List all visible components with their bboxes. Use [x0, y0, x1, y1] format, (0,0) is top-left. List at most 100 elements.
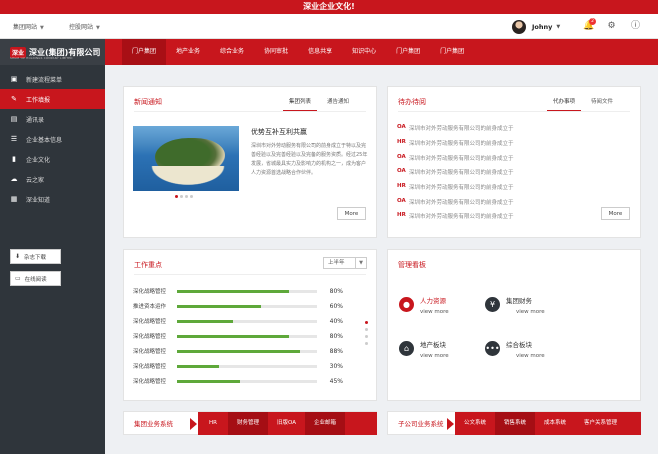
- progress-track: [177, 319, 317, 323]
- home-icon: ⌂: [399, 341, 414, 356]
- nav-item-general[interactable]: 综合业务: [210, 39, 254, 65]
- magazine-download-button[interactable]: ⬇ 杂志下载: [10, 249, 61, 264]
- edit-icon: ✎: [11, 95, 17, 103]
- carousel-dot[interactable]: [180, 195, 183, 198]
- pager-dot[interactable]: [365, 342, 368, 345]
- sub-systems-bar: 子公司业务系统 公文系统 销售系统 成本系统 客户关系管理: [387, 411, 641, 435]
- news-image[interactable]: [133, 126, 239, 191]
- progress-track: [177, 289, 317, 293]
- info-icon[interactable]: ⓘ: [630, 21, 641, 32]
- carousel-dot[interactable]: [190, 195, 193, 198]
- list-item[interactable]: OA 深圳市对外劳动服务有限公司的前身成立于: [397, 154, 514, 162]
- online-read-button[interactable]: ▭ 在线阅读: [10, 271, 61, 286]
- nav-item-realestate[interactable]: 地产业务: [166, 39, 210, 65]
- work-title: 工作重点: [134, 261, 162, 269]
- todo-more-button[interactable]: More: [601, 207, 630, 220]
- tab-group-list[interactable]: 集团列表: [283, 97, 318, 111]
- carousel-dot[interactable]: [185, 195, 188, 198]
- view-more-link[interactable]: view more: [516, 309, 545, 315]
- progress-track: [177, 304, 317, 308]
- tab-pending-docs[interactable]: 待阅文件: [585, 97, 619, 111]
- system-tab-crm[interactable]: 客户关系管理: [575, 412, 626, 435]
- bell-icon[interactable]: 🔔 2: [583, 18, 596, 32]
- pager-dot[interactable]: [365, 321, 368, 324]
- sidebar-item-label: 通讯录: [26, 116, 45, 124]
- progress-fill: [177, 319, 233, 323]
- view-more-link[interactable]: view more: [516, 353, 545, 359]
- progress-row: 深化战略管控 80%: [133, 286, 343, 296]
- holding-site-select[interactable]: 控股网站 ▼: [69, 22, 100, 31]
- chevron-down-icon: ▼: [96, 25, 100, 31]
- more-icon: •••: [485, 341, 500, 356]
- system-tab-docs[interactable]: 公文系统: [455, 412, 495, 435]
- system-tab-finance[interactable]: 财务管理: [227, 412, 268, 435]
- progress-fill: [177, 364, 219, 368]
- sidebar-item-cloud[interactable]: ☁ 云之家: [0, 169, 105, 189]
- board-title: 管理看板: [398, 261, 426, 269]
- view-more-link[interactable]: view more: [420, 309, 449, 315]
- pager-dots: [365, 321, 368, 349]
- todo-tag: HR: [397, 212, 406, 218]
- period-select[interactable]: 上半年 ▼: [323, 257, 367, 269]
- list-item[interactable]: HR 深圳市对外劳动服务有限公司的前身成立于: [397, 183, 514, 191]
- user-icon: ●: [399, 297, 414, 312]
- todo-text: 深圳市对外劳动服务有限公司的前身成立于: [409, 126, 514, 132]
- sidebar: 深业 深业(集团)有限公司 SHUM YIP HOLDINGS COMPANY …: [0, 39, 105, 454]
- news-headline[interactable]: 优势互补互利共赢: [251, 127, 307, 137]
- user-menu[interactable]: Johny ▼: [512, 19, 560, 35]
- system-tab-sales[interactable]: 销售系统: [495, 412, 536, 435]
- nav-item-portal[interactable]: 门户集团: [122, 39, 167, 65]
- sidebar-item-work-report[interactable]: ✎ 工作填报: [0, 89, 105, 109]
- nav-item-portal-3[interactable]: 门户集团: [430, 39, 474, 65]
- board-item-realestate[interactable]: ⌂ 地产板块 view more: [399, 341, 449, 359]
- progress-fill: [177, 289, 289, 293]
- board-item-label: 人力资源: [420, 297, 446, 305]
- system-tab-cost[interactable]: 成本系统: [535, 412, 575, 435]
- sidebar-item-new-process[interactable]: ▣ 新建流程菜单: [0, 69, 105, 89]
- sidebar-item-knowledge[interactable]: ▦ 深业知道: [0, 189, 105, 209]
- company-logo: 深业 深业(集团)有限公司 SHUM YIP HOLDINGS COMPANY …: [0, 39, 105, 65]
- pager-dot[interactable]: [365, 328, 368, 331]
- gear-icon[interactable]: ⚙: [606, 21, 617, 32]
- board-item-hr[interactable]: ● 人力资源 view more: [399, 297, 449, 315]
- logo-subtitle: SHUM YIP HOLDINGS COMPANY LIMITED: [10, 56, 73, 60]
- divider: [134, 274, 366, 275]
- todo-tag: OA: [397, 198, 406, 204]
- progress-value: 30%: [329, 362, 343, 370]
- todo-text: 深圳市对外劳动服务有限公司的前身成立于: [409, 214, 514, 220]
- nav-item-sharing[interactable]: 信息共享: [298, 39, 342, 65]
- progress-label: 深化战略管控: [133, 349, 167, 355]
- carousel-dots: [175, 195, 195, 198]
- system-tab-email[interactable]: 企业邮箱: [304, 412, 345, 435]
- news-more-button[interactable]: More: [337, 207, 366, 220]
- progress-fill: [177, 349, 301, 353]
- sidebar-item-contacts[interactable]: ▤ 通讯录: [0, 109, 105, 129]
- board-item-label: 综合板块: [506, 341, 532, 349]
- sidebar-item-culture[interactable]: ▮ 企业文化: [0, 149, 105, 169]
- board-item-finance[interactable]: ¥ 集团财务 view more: [485, 297, 545, 315]
- arrow-right-icon: [190, 418, 197, 430]
- todo-text: 深圳市对外劳动服务有限公司的前身成立于: [409, 170, 514, 176]
- list-item[interactable]: OA 深圳市对外劳动服务有限公司的前身成立于: [397, 168, 514, 176]
- carousel-dot[interactable]: [175, 195, 178, 198]
- board-item-general[interactable]: ••• 综合板块 view more: [485, 341, 545, 359]
- view-more-link[interactable]: view more: [420, 353, 449, 359]
- group-site-select[interactable]: 集团网站 ▼: [13, 22, 44, 31]
- list-item[interactable]: OA 深圳市对外劳动服务有限公司的前身成立于: [397, 124, 514, 132]
- sidebar-item-company-info[interactable]: ☰ 企业基本信息: [0, 129, 105, 149]
- progress-fill: [177, 379, 240, 383]
- todo-text: 深圳市对外劳动服务有限公司的前身成立于: [409, 185, 514, 191]
- list-item[interactable]: OA 深圳市对外劳动服务有限公司的前身成立于: [397, 198, 514, 206]
- system-tab-hr[interactable]: HR: [198, 412, 228, 435]
- tab-pending-tasks[interactable]: 代办事项: [547, 97, 582, 111]
- top-banner: 深业企业文化!: [0, 0, 658, 14]
- pager-dot[interactable]: [365, 335, 368, 338]
- nav-item-knowledge[interactable]: 知识中心: [342, 39, 386, 65]
- nav-item-portal-2[interactable]: 门户集团: [386, 39, 430, 65]
- nav-item-approval[interactable]: 协同审批: [254, 39, 298, 65]
- progress-track: [177, 364, 317, 368]
- list-item[interactable]: HR 深圳市对外劳动服务有限公司的前身成立于: [397, 212, 514, 220]
- system-tab-old-oa[interactable]: 旧版OA: [268, 412, 305, 435]
- list-item[interactable]: HR 深圳市对外劳动服务有限公司的前身成立于: [397, 139, 514, 147]
- tab-notices[interactable]: 通告通知: [321, 97, 355, 111]
